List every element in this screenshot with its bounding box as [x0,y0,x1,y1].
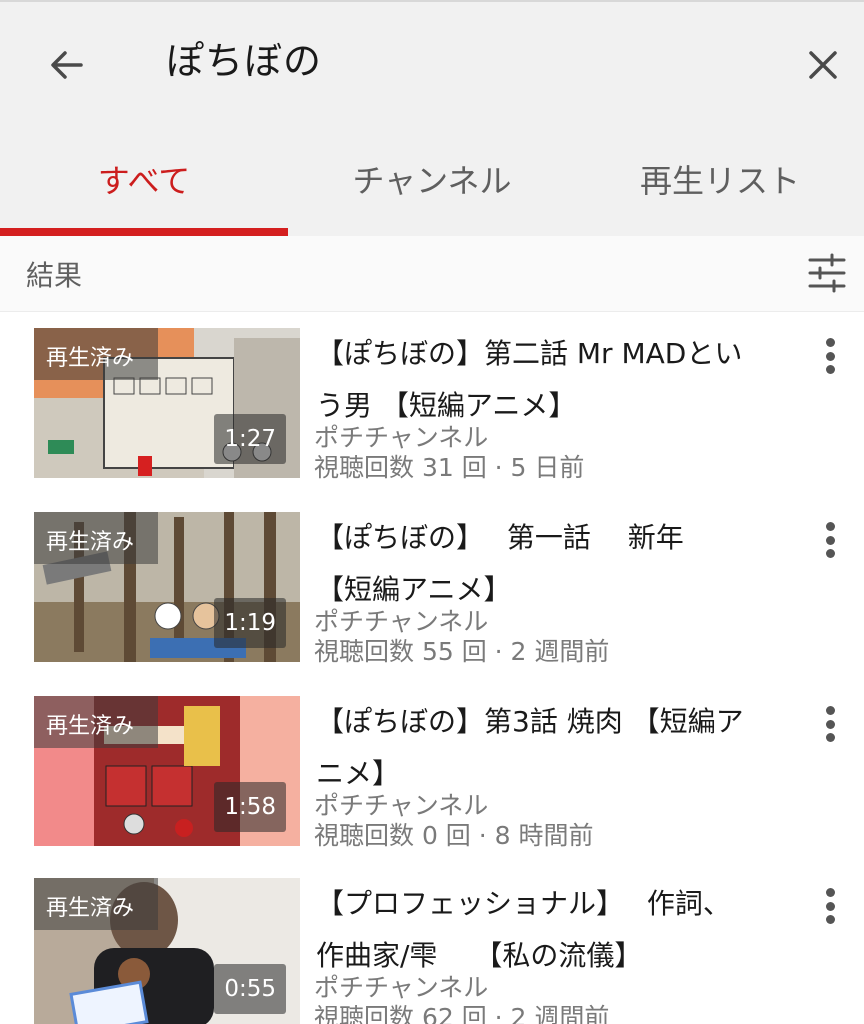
video-thumbnail[interactable]: 再生済み 1:27 [34,328,300,478]
more-options-button[interactable] [818,520,842,560]
video-thumbnail[interactable]: 再生済み 0:55 [34,878,300,1024]
video-duration: 1:58 [214,782,286,832]
video-thumbnail[interactable]: 再生済み 1:19 [34,512,300,662]
more-options-button[interactable] [818,704,842,744]
video-title[interactable]: 【ぽちぼの】第二話 Mr MADとい う男 【短編アニメ】 [316,328,788,432]
video-title[interactable]: 【ぽちぼの】 第一話 新年 【短編アニメ】 [316,512,788,616]
video-meta: 視聴回数 0 回 · 8 時間前 [314,821,594,850]
dot [825,351,835,361]
video-item[interactable]: 再生済み 1:58 【ぽちぼの】第3話 焼肉 【短編ア ニメ】 ポチチャンネル … [0,696,864,866]
video-item[interactable]: 再生済み 0:55 【プロフェッショナル】 作詞、 作曲家/雫 【私の流儀】 ポ… [0,878,864,1024]
video-meta: 視聴回数 55 回 · 2 週間前 [314,637,610,666]
tab-playlists[interactable]: 再生リスト [576,140,864,236]
video-title[interactable]: 【プロフェッショナル】 作詞、 作曲家/雫 【私の流儀】 [316,878,788,982]
dot [825,719,835,729]
watched-badge: 再生済み [34,878,158,930]
dot [825,733,835,742]
results-header: 結果 [0,236,864,312]
video-thumbnail[interactable]: 再生済み 1:58 [34,696,300,846]
video-duration: 1:27 [214,414,286,464]
watched-badge: 再生済み [34,696,158,748]
watched-badge: 再生済み [34,328,158,380]
watched-badge: 再生済み [34,512,158,564]
close-icon [809,51,837,79]
filter-sliders-icon [808,253,846,293]
dot [825,365,835,374]
clear-search-button[interactable] [796,38,850,92]
more-options-button[interactable] [818,886,842,926]
results-label: 結果 [26,259,83,292]
back-button[interactable] [40,38,94,92]
dot [825,901,835,911]
dot [825,549,835,558]
filter-button[interactable] [804,250,850,296]
dot [825,915,835,924]
tab-channels[interactable]: チャンネル [288,140,576,236]
video-item[interactable]: 再生済み 1:19 【ぽちぼの】 第一話 新年 【短編アニメ】 ポチチャンネル … [0,512,864,682]
video-meta: 視聴回数 31 回 · 5 日前 [314,453,585,482]
arrow-left-icon [51,51,83,79]
video-duration: 0:55 [214,964,286,1014]
search-query[interactable]: ぽちぼの [166,36,322,86]
video-duration: 1:19 [214,598,286,648]
video-item[interactable]: 再生済み 1:27 【ぽちぼの】第二話 Mr MADとい う男 【短編アニメ】 … [0,328,864,498]
search-tabs: すべて チャンネル 再生リスト [0,140,864,236]
dot [825,338,835,347]
more-options-button[interactable] [818,336,842,376]
video-title[interactable]: 【ぽちぼの】第3話 焼肉 【短編ア ニメ】 [316,696,788,800]
active-tab-indicator [0,228,288,236]
video-meta: 視聴回数 62 回 · 2 週間前 [314,1003,610,1024]
dot [825,535,835,545]
dot [825,706,835,715]
dot [825,522,835,531]
tab-all[interactable]: すべて [0,140,288,236]
dot [825,888,835,897]
